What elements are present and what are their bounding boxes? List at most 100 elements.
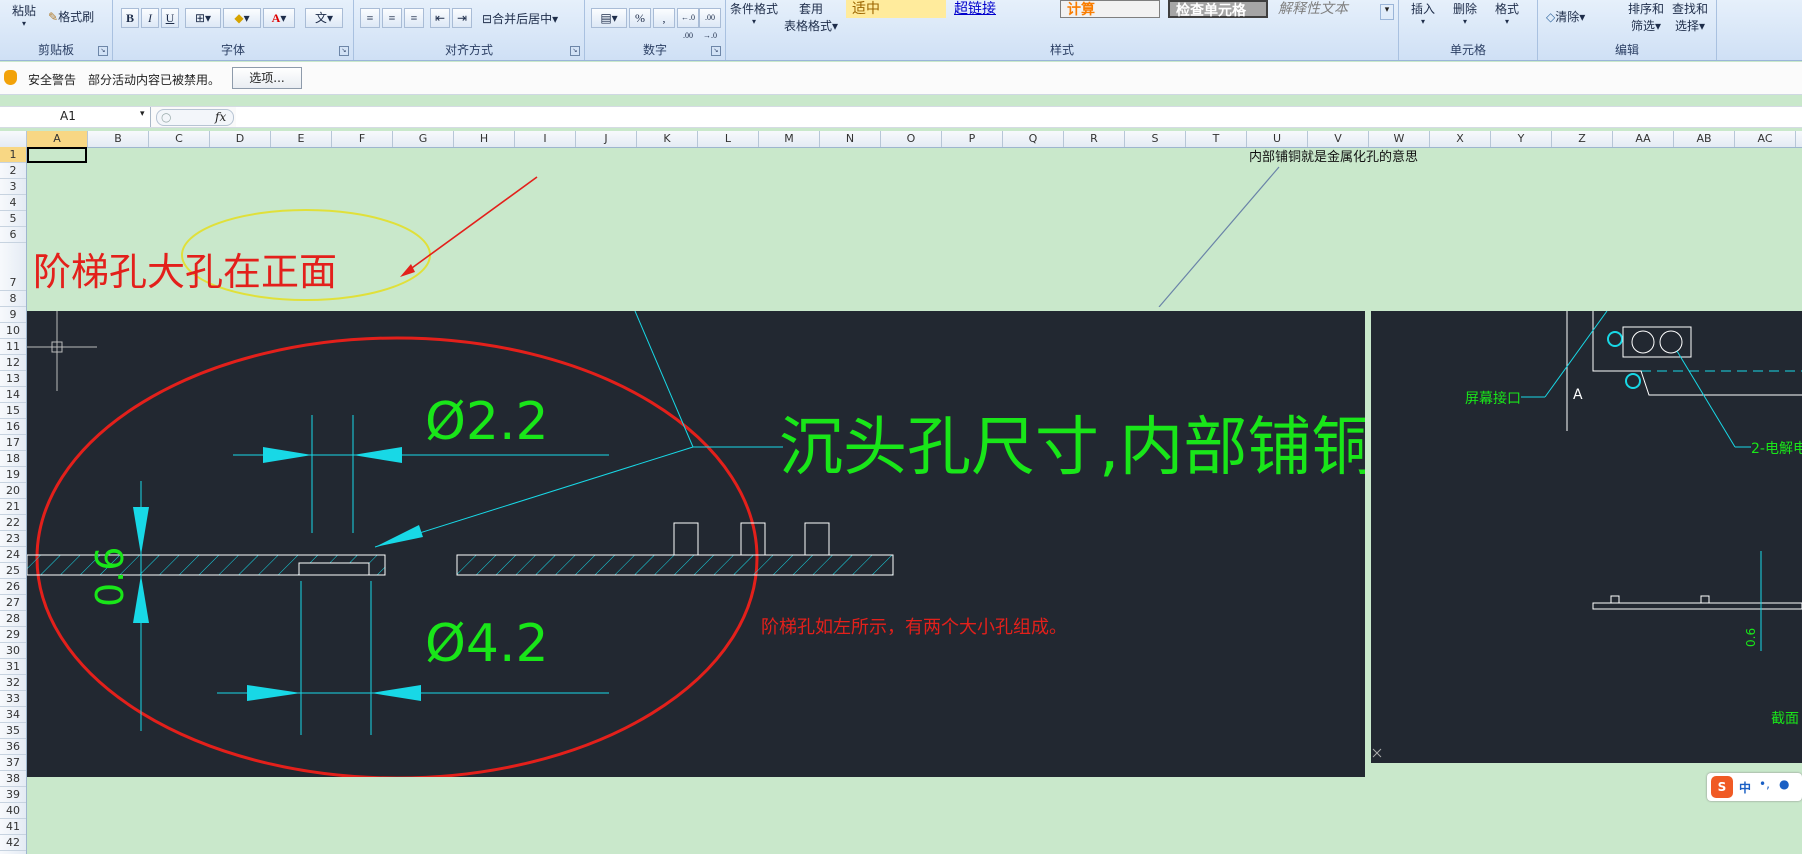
row-header[interactable]: 18 (0, 451, 26, 467)
ime-toolbar[interactable]: S 中 •, ● (1707, 773, 1802, 801)
increase-decimal-button[interactable]: ←.0 .00 (677, 8, 699, 40)
row-header[interactable]: 14 (0, 387, 26, 403)
column-header[interactable]: U (1247, 131, 1308, 147)
column-header[interactable]: O (881, 131, 942, 147)
column-header[interactable]: P (942, 131, 1003, 147)
row-header[interactable]: 1 (0, 147, 26, 163)
italic-button[interactable]: I (141, 8, 159, 28)
sort-filter-button[interactable]: 排序和 筛选▾ (1628, 0, 1664, 34)
row-header[interactable]: 32 (0, 675, 26, 691)
column-header[interactable]: S (1125, 131, 1186, 147)
style-calculation[interactable]: 计算 (1060, 0, 1160, 18)
phonetic-button[interactable]: 文▾ (305, 8, 343, 28)
format-button[interactable]: 格式 ▾ (1495, 0, 1519, 26)
row-header[interactable]: 34 (0, 707, 26, 723)
insert-button[interactable]: 插入 ▾ (1411, 0, 1435, 26)
row-header[interactable]: 19 (0, 467, 26, 483)
select-all-corner[interactable] (0, 131, 27, 147)
column-header[interactable]: X (1430, 131, 1491, 147)
merge-center-button[interactable]: ⊟合并后居中▾ (482, 10, 558, 27)
borders-button[interactable]: ⊞▾ (185, 8, 221, 28)
column-header[interactable]: F (332, 131, 393, 147)
align-right-button[interactable]: ≡ (404, 8, 424, 28)
chevron-down-icon[interactable]: ▾ (140, 109, 145, 119)
find-select-button[interactable]: 查找和 选择▾ (1672, 0, 1708, 34)
row-header[interactable]: 20 (0, 483, 26, 499)
row-header[interactable]: 29 (0, 627, 26, 643)
clear-button[interactable]: ◇清除▾ (1546, 8, 1585, 25)
column-header[interactable]: E (271, 131, 332, 147)
row-header[interactable]: 33 (0, 691, 26, 707)
column-header[interactable]: Q (1003, 131, 1064, 147)
row-header[interactable]: 36 (0, 739, 26, 755)
column-header[interactable]: W (1369, 131, 1430, 147)
align-left-button[interactable]: ≡ (360, 8, 380, 28)
column-header[interactable]: Z (1552, 131, 1613, 147)
row-header[interactable]: 42 (0, 835, 26, 851)
column-header[interactable]: Y (1491, 131, 1552, 147)
row-header[interactable]: 28 (0, 611, 26, 627)
row-header[interactable]: 30 (0, 643, 26, 659)
dialog-launcher-icon[interactable]: ↘ (98, 46, 108, 56)
column-header[interactable]: AB (1674, 131, 1735, 147)
increase-indent-button[interactable]: ⇥ (452, 8, 472, 28)
column-header[interactable]: AC (1735, 131, 1796, 147)
row-header[interactable]: 9 (0, 307, 26, 323)
row-header[interactable]: 38 (0, 771, 26, 787)
row-header[interactable]: 22 (0, 515, 26, 531)
accounting-format-button[interactable]: ▤▾ (591, 8, 627, 28)
font-color-button[interactable]: A▾ (263, 8, 295, 28)
column-header[interactable]: M (759, 131, 820, 147)
column-header[interactable]: B (88, 131, 149, 147)
row-header[interactable]: 23 (0, 531, 26, 547)
row-header[interactable]: 2 (0, 163, 26, 179)
row-header[interactable]: 25 (0, 563, 26, 579)
column-header[interactable]: A (27, 131, 88, 147)
row-header[interactable]: 8 (0, 291, 26, 307)
bold-button[interactable]: B (121, 8, 139, 28)
worksheet-grid[interactable]: 阶梯孔大孔在正面 内部铺铜就是金属化孔的意思 Ø2.2 Ø4.2 0.6 沉头孔… (27, 147, 1802, 854)
conditional-format-button[interactable]: 条件格式 ▾ (730, 0, 778, 26)
row-header[interactable]: 17 (0, 435, 26, 451)
name-box[interactable]: A1 ▾ (0, 107, 151, 127)
underline-button[interactable]: U (161, 8, 179, 28)
row-header[interactable]: 41 (0, 819, 26, 835)
options-button[interactable]: 选项... (232, 67, 302, 89)
column-header[interactable]: C (149, 131, 210, 147)
row-header[interactable]: 11 (0, 339, 26, 355)
column-header[interactable]: T (1186, 131, 1247, 147)
row-header[interactable]: 12 (0, 355, 26, 371)
column-header[interactable]: K (637, 131, 698, 147)
style-neutral[interactable]: 适中 (846, 0, 946, 18)
decrease-indent-button[interactable]: ⇤ (430, 8, 450, 28)
row-header[interactable]: 16 (0, 419, 26, 435)
fill-color-button[interactable]: ◆▾ (223, 8, 261, 28)
insert-function-icon[interactable]: fx (215, 110, 226, 124)
row-header[interactable]: 5 (0, 211, 26, 227)
dialog-launcher-icon[interactable]: ↘ (570, 46, 580, 56)
row-header[interactable]: 24 (0, 547, 26, 563)
row-header[interactable]: 26 (0, 579, 26, 595)
row-header[interactable]: 40 (0, 803, 26, 819)
align-center-button[interactable]: ≡ (382, 8, 402, 28)
format-painter-button[interactable]: ✎格式刷 (48, 8, 94, 25)
column-header[interactable]: N (820, 131, 881, 147)
column-header[interactable]: L (698, 131, 759, 147)
delete-button[interactable]: 删除 ▾ (1453, 0, 1477, 26)
column-header[interactable]: G (393, 131, 454, 147)
row-header[interactable]: 7 (0, 243, 26, 291)
column-header[interactable]: I (515, 131, 576, 147)
row-header[interactable]: 37 (0, 755, 26, 771)
formula-input[interactable] (236, 107, 1802, 127)
column-header[interactable]: D (210, 131, 271, 147)
styles-more-icon[interactable]: ▾ (1380, 4, 1394, 20)
style-explanatory[interactable]: 解释性文本 (1272, 0, 1372, 18)
dialog-launcher-icon[interactable]: ↘ (339, 46, 349, 56)
format-as-table-button[interactable]: 套用 表格格式▾ (784, 0, 838, 34)
cad-drawing-right[interactable]: 屏幕接口 A 2-电解电 0.6 截面 (1371, 311, 1802, 763)
row-header[interactable]: 21 (0, 499, 26, 515)
row-header[interactable]: 39 (0, 787, 26, 803)
ime-mode-label[interactable]: 中 (1739, 779, 1751, 796)
style-check-cell[interactable]: 检查单元格 (1168, 0, 1268, 19)
row-header[interactable]: 15 (0, 403, 26, 419)
